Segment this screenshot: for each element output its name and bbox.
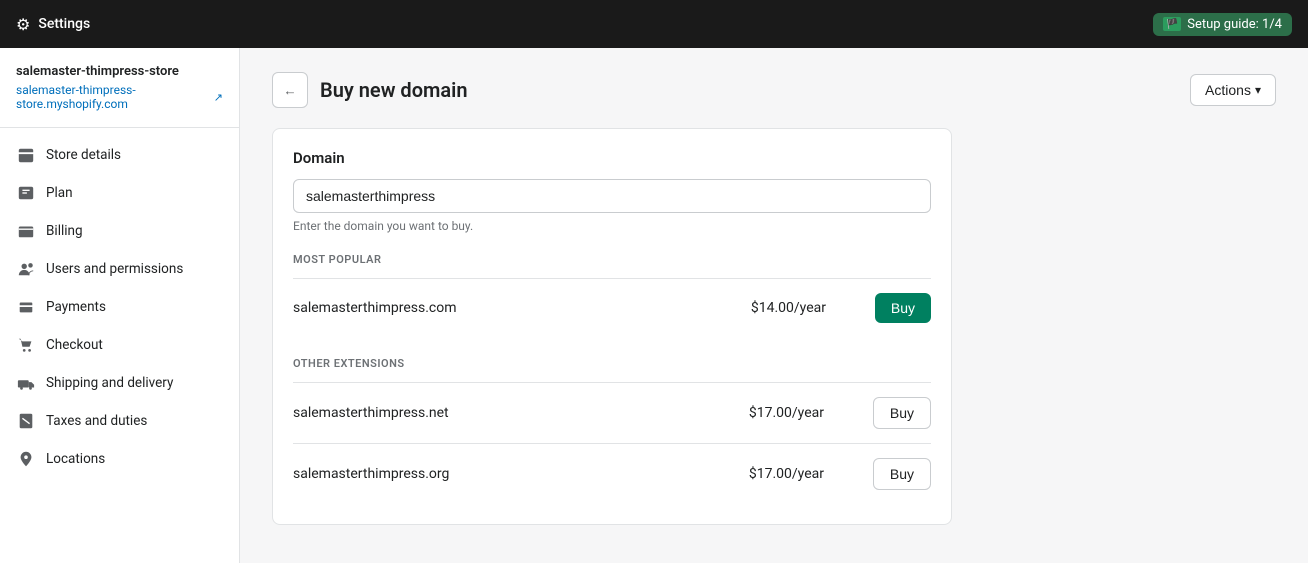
buy-button-net[interactable]: Buy	[873, 397, 931, 429]
sidebar: salemaster-thimpress-store salemaster-th…	[0, 48, 240, 563]
sidebar-item-store-details-label: Store details	[46, 147, 121, 163]
sidebar-item-shipping[interactable]: Shipping and delivery	[0, 364, 239, 402]
topbar-right: 🏴 Setup guide: 1/4	[1153, 13, 1292, 36]
back-arrow-icon: ←	[283, 83, 296, 98]
sidebar-item-shipping-label: Shipping and delivery	[46, 375, 173, 391]
setup-guide-btn[interactable]: 🏴 Setup guide: 1/4	[1153, 13, 1292, 36]
domain-card: Domain Enter the domain you want to buy.…	[272, 128, 952, 525]
flag-icon: 🏴	[1163, 17, 1181, 31]
plan-icon	[16, 183, 36, 203]
sidebar-item-payments[interactable]: Payments	[0, 288, 239, 326]
domain-row-com: salemasterthimpress.com $14.00/year Buy	[293, 278, 931, 337]
settings-label: Settings	[38, 16, 90, 32]
actions-button[interactable]: Actions ▾	[1190, 74, 1276, 106]
page-title: Buy new domain	[320, 78, 468, 102]
sidebar-item-billing[interactable]: Billing	[0, 212, 239, 250]
sidebar-item-plan-label: Plan	[46, 185, 73, 201]
sidebar-item-checkout-label: Checkout	[46, 337, 103, 353]
store-url-link[interactable]: salemaster-thimpress-store.myshopify.com…	[16, 83, 223, 111]
buy-button-org[interactable]: Buy	[873, 458, 931, 490]
domain-name-com: salemasterthimpress.com	[293, 300, 751, 316]
domain-price-org: $17.00/year	[749, 466, 849, 482]
locations-icon	[16, 449, 36, 469]
sidebar-item-payments-label: Payments	[46, 299, 106, 315]
sidebar-item-locations[interactable]: Locations	[0, 440, 239, 478]
topbar: ⚙ Settings 🏴 Setup guide: 1/4	[0, 0, 1308, 48]
external-link-icon: ↗	[214, 91, 223, 104]
settings-nav[interactable]: ⚙ Settings	[16, 15, 90, 34]
sidebar-item-taxes[interactable]: Taxes and duties	[0, 402, 239, 440]
sidebar-item-locations-label: Locations	[46, 451, 105, 467]
domain-price-com: $14.00/year	[751, 300, 851, 316]
users-icon	[16, 259, 36, 279]
other-extensions-section: OTHER EXTENSIONS salemasterthimpress.net…	[293, 357, 931, 504]
store-icon	[16, 145, 36, 165]
chevron-down-icon: ▾	[1255, 83, 1261, 97]
page-header-left: ← Buy new domain	[272, 72, 468, 108]
sidebar-item-users-label: Users and permissions	[46, 261, 183, 277]
main-layout: salemaster-thimpress-store salemaster-th…	[0, 48, 1308, 563]
gear-icon: ⚙	[16, 15, 30, 34]
store-info: salemaster-thimpress-store salemaster-th…	[0, 64, 239, 128]
setup-guide-label: Setup guide: 1/4	[1187, 17, 1282, 32]
store-name: salemaster-thimpress-store	[16, 64, 223, 79]
actions-label: Actions	[1205, 82, 1251, 98]
sidebar-item-billing-label: Billing	[46, 223, 83, 239]
domain-name-net: salemasterthimpress.net	[293, 405, 749, 421]
taxes-icon	[16, 411, 36, 431]
domain-price-net: $17.00/year	[749, 405, 849, 421]
most-popular-label: MOST POPULAR	[293, 253, 931, 266]
sidebar-item-store-details[interactable]: Store details	[0, 136, 239, 174]
sidebar-item-plan[interactable]: Plan	[0, 174, 239, 212]
checkout-icon	[16, 335, 36, 355]
back-button[interactable]: ←	[272, 72, 308, 108]
sidebar-item-users-permissions[interactable]: Users and permissions	[0, 250, 239, 288]
sidebar-item-checkout[interactable]: Checkout	[0, 326, 239, 364]
content-area: ← Buy new domain Actions ▾ Domain Enter …	[240, 48, 1308, 563]
page-header: ← Buy new domain Actions ▾	[272, 72, 1276, 108]
payments-icon	[16, 297, 36, 317]
domain-row-org: salemasterthimpress.org $17.00/year Buy	[293, 443, 931, 504]
other-extensions-label: OTHER EXTENSIONS	[293, 357, 931, 370]
card-title: Domain	[293, 149, 931, 167]
domain-input[interactable]	[293, 179, 931, 213]
buy-button-com[interactable]: Buy	[875, 293, 931, 323]
input-hint: Enter the domain you want to buy.	[293, 219, 931, 233]
shipping-icon	[16, 373, 36, 393]
billing-icon	[16, 221, 36, 241]
sidebar-item-taxes-label: Taxes and duties	[46, 413, 147, 429]
domain-name-org: salemasterthimpress.org	[293, 466, 749, 482]
domain-row-net: salemasterthimpress.net $17.00/year Buy	[293, 382, 931, 443]
